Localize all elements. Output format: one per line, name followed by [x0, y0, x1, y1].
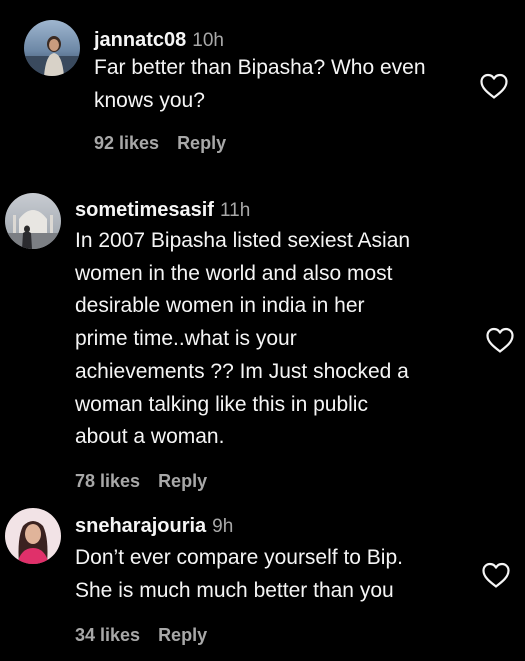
likes-count[interactable]: 34 likes — [75, 625, 140, 645]
heart-outline-icon — [480, 73, 508, 99]
reply-button[interactable]: Reply — [158, 625, 207, 645]
avatar-image — [5, 508, 61, 564]
comment-meta: 34 likes Reply — [75, 623, 207, 647]
comment-meta: 78 likes Reply — [75, 469, 207, 493]
comment-header: jannatc08 10h — [94, 27, 224, 55]
heart-outline-icon — [482, 562, 510, 588]
comment-header: sneharajouria 9h — [75, 513, 233, 541]
heart-outline-icon — [486, 327, 514, 353]
likes-count[interactable]: 92 likes — [94, 133, 159, 153]
comment-meta: 92 likes Reply — [94, 131, 226, 155]
reply-button[interactable]: Reply — [177, 133, 226, 153]
username[interactable]: jannatc08 — [94, 29, 186, 51]
likes-count[interactable]: 78 likes — [75, 471, 140, 491]
reply-button[interactable]: Reply — [158, 471, 207, 491]
comment-text: Far better than Bipasha? Who even knows … — [94, 56, 426, 112]
username[interactable]: sometimesasif — [75, 199, 214, 221]
comment-text: In 2007 Bipasha listed sexiest Asian wom… — [75, 229, 411, 449]
avatar-image — [5, 193, 61, 249]
avatar-image — [24, 20, 80, 76]
avatar[interactable] — [5, 508, 61, 564]
like-button[interactable] — [485, 326, 515, 354]
like-button[interactable] — [481, 561, 511, 589]
avatar[interactable] — [24, 20, 80, 76]
timestamp: 9h — [212, 516, 234, 537]
timestamp: 10h — [192, 30, 224, 51]
timestamp: 11h — [219, 200, 251, 221]
comment-header: sometimesasif 11h — [75, 197, 250, 225]
username[interactable]: sneharajouria — [75, 515, 206, 537]
comment-text: Don’t ever compare yourself to Bip. She … — [75, 546, 403, 602]
like-button[interactable] — [479, 72, 509, 100]
avatar[interactable] — [5, 193, 61, 249]
